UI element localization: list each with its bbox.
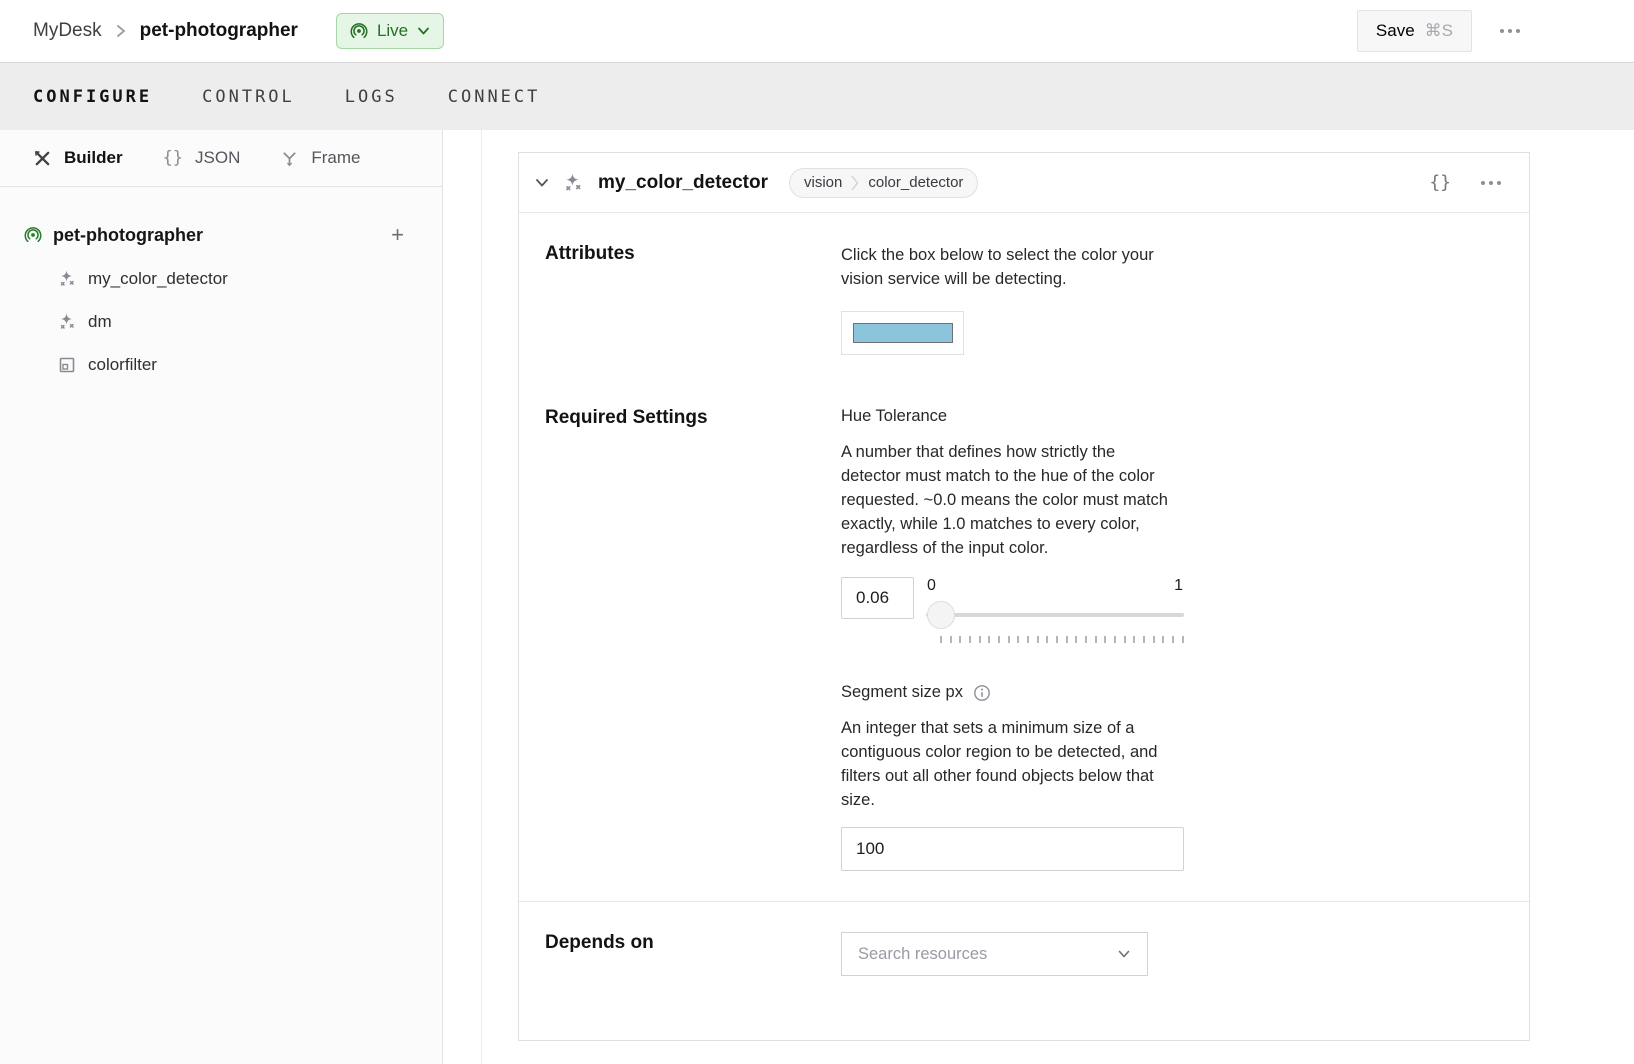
badge-chevron-icon bbox=[851, 174, 859, 192]
hue-tolerance-label: Hue Tolerance bbox=[841, 407, 1184, 426]
segment-size-description: An integer that sets a minimum size of a… bbox=[841, 716, 1179, 812]
hue-tolerance-input[interactable] bbox=[841, 577, 914, 619]
tab-builder[interactable]: Builder bbox=[33, 148, 123, 168]
frame-icon bbox=[280, 149, 299, 168]
info-icon[interactable] bbox=[973, 684, 991, 702]
resource-tree: pet-photographer + my_color_detector bbox=[0, 187, 442, 386]
sparkles-icon bbox=[57, 269, 77, 289]
attributes-description: Click the box below to select the color … bbox=[841, 243, 1179, 291]
attributes-heading: Attributes bbox=[545, 243, 841, 355]
slider-max-label: 1 bbox=[1174, 577, 1183, 595]
service-card-header: my_color_detector vision color_detector … bbox=[519, 153, 1529, 213]
tab-frame[interactable]: Frame bbox=[280, 148, 360, 168]
selected-color-swatch bbox=[853, 323, 953, 343]
live-status-badge[interactable]: Live bbox=[336, 13, 444, 49]
live-badge-label: Live bbox=[377, 21, 408, 41]
module-icon bbox=[57, 355, 77, 375]
tab-frame-label: Frame bbox=[311, 148, 360, 168]
depends-on-placeholder: Search resources bbox=[858, 945, 987, 964]
save-button-label: Save bbox=[1376, 21, 1415, 41]
tree-root-machine[interactable]: pet-photographer + bbox=[0, 213, 442, 257]
hue-tolerance-description: A number that defines how strictly the d… bbox=[841, 440, 1179, 560]
tab-control[interactable]: CONTROL bbox=[202, 87, 295, 107]
save-shortcut-hint: ⌘S bbox=[1425, 21, 1453, 41]
tab-json[interactable]: {} JSON bbox=[163, 148, 241, 168]
service-card-my-color-detector: my_color_detector vision color_detector … bbox=[518, 152, 1530, 1041]
badge-model: color_detector bbox=[868, 174, 963, 191]
braces-icon: {} bbox=[163, 148, 183, 168]
depends-on-section: Depends on Search resources bbox=[519, 902, 1529, 1040]
breadcrumb-parent-link[interactable]: MyDesk bbox=[33, 20, 102, 42]
badge-type: vision bbox=[804, 174, 842, 191]
tools-icon bbox=[33, 149, 52, 168]
slider-thumb[interactable] bbox=[927, 601, 955, 629]
tree-item-colorfilter[interactable]: colorfilter bbox=[0, 343, 442, 386]
top-header: MyDesk pet-photographer Live Save ⌘S bbox=[0, 0, 1634, 62]
required-settings-heading: Required Settings bbox=[545, 407, 841, 871]
broadcast-icon bbox=[24, 226, 42, 244]
more-options-button[interactable] bbox=[1498, 23, 1522, 39]
tree-item-dm[interactable]: dm bbox=[0, 300, 442, 343]
hue-tolerance-slider: 0 1 bbox=[926, 577, 1184, 643]
add-resource-button[interactable]: + bbox=[391, 224, 404, 246]
slider-track[interactable] bbox=[926, 613, 1184, 617]
header-actions: Save ⌘S bbox=[1357, 10, 1522, 52]
tree-item-my-color-detector[interactable]: my_color_detector bbox=[0, 257, 442, 300]
segment-size-input[interactable] bbox=[841, 827, 1184, 871]
service-title: my_color_detector bbox=[598, 172, 768, 194]
chevron-down-icon bbox=[417, 26, 430, 36]
tab-configure[interactable]: CONFIGURE bbox=[33, 87, 152, 107]
collapse-chevron-icon[interactable] bbox=[533, 177, 551, 189]
service-type-badge: vision color_detector bbox=[789, 168, 978, 198]
tab-logs[interactable]: LOGS bbox=[345, 87, 398, 107]
tab-builder-label: Builder bbox=[64, 148, 123, 168]
required-settings-section: Required Settings Hue Tolerance A number… bbox=[545, 407, 1503, 871]
tree-item-label: colorfilter bbox=[88, 355, 157, 375]
slider-ticks bbox=[926, 636, 1184, 643]
card-menu-button[interactable] bbox=[1479, 175, 1503, 191]
chevron-down-icon bbox=[1117, 949, 1131, 959]
save-button[interactable]: Save ⌘S bbox=[1357, 10, 1472, 52]
segment-size-label: Segment size px bbox=[841, 683, 963, 702]
sidebar-view-tabs: Builder {} JSON Frame bbox=[0, 130, 442, 187]
sparkles-icon bbox=[57, 312, 77, 332]
color-picker-button[interactable] bbox=[841, 311, 964, 355]
config-sidebar: Builder {} JSON Frame bbox=[0, 130, 443, 1064]
json-mode-toggle[interactable]: {} bbox=[1429, 172, 1451, 193]
slider-min-label: 0 bbox=[927, 577, 936, 595]
breadcrumb: MyDesk pet-photographer bbox=[33, 20, 298, 42]
tab-connect[interactable]: CONNECT bbox=[448, 87, 541, 107]
attributes-section: Attributes Click the box below to select… bbox=[545, 243, 1503, 355]
tab-json-label: JSON bbox=[195, 148, 240, 168]
breadcrumb-current: pet-photographer bbox=[140, 20, 298, 42]
depends-on-select[interactable]: Search resources bbox=[841, 932, 1148, 976]
depends-on-heading: Depends on bbox=[545, 932, 841, 976]
machine-nav-tabs: CONFIGURE CONTROL LOGS CONNECT bbox=[0, 62, 1634, 130]
config-content: my_color_detector vision color_detector … bbox=[482, 130, 1634, 1064]
chevron-right-icon bbox=[115, 24, 127, 38]
sparkles-icon bbox=[562, 172, 584, 194]
tree-item-label: my_color_detector bbox=[88, 269, 228, 289]
tree-item-label: dm bbox=[88, 312, 112, 332]
tree-root-label: pet-photographer bbox=[53, 225, 203, 246]
broadcast-icon bbox=[350, 22, 368, 40]
